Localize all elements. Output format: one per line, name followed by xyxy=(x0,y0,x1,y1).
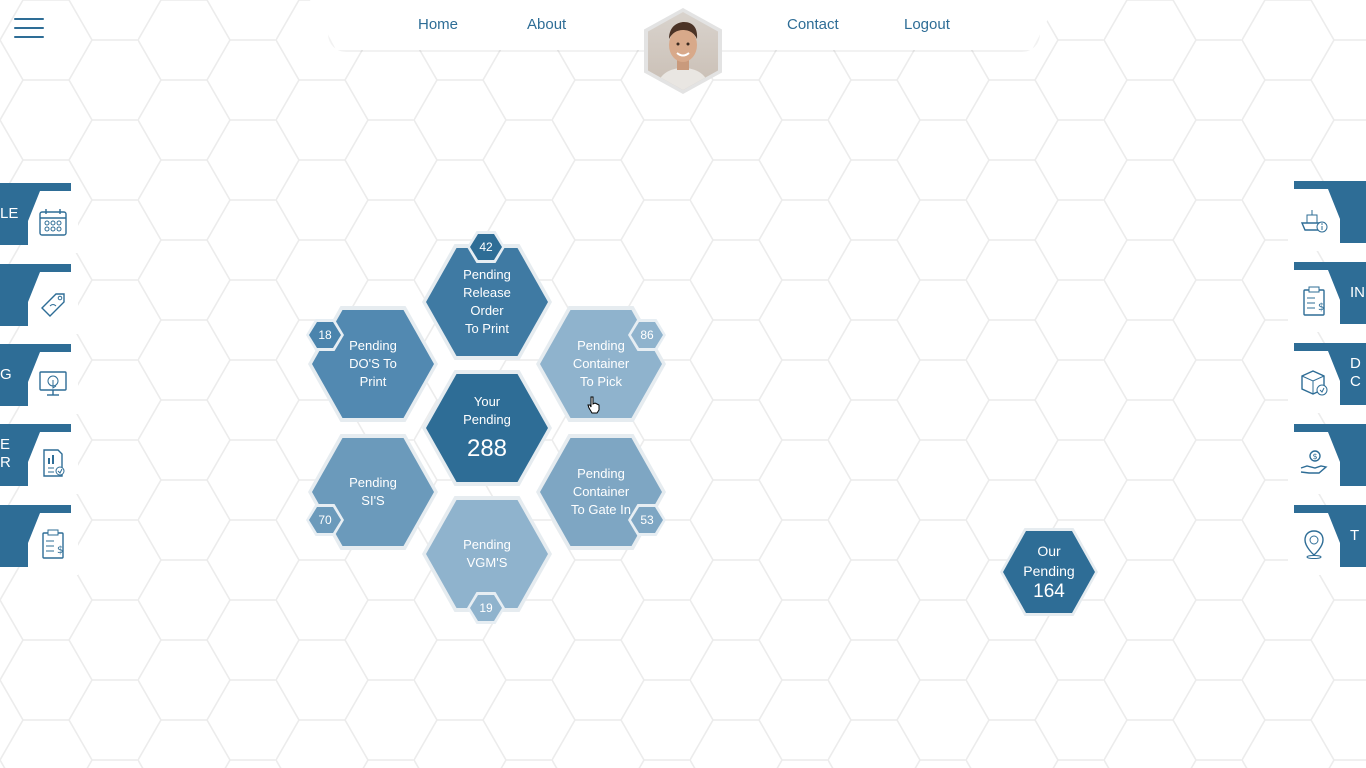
left-tab-schedule[interactable]: LE xyxy=(0,183,80,253)
avatar-portrait xyxy=(656,22,710,90)
hex-label-line: Pending xyxy=(463,267,511,282)
badge-count: 70 xyxy=(309,507,341,533)
badge-count: 19 xyxy=(470,595,502,621)
tab-label: E R xyxy=(0,436,11,471)
nav-home-link[interactable]: Home xyxy=(418,16,458,33)
hex-label-line: Print xyxy=(359,374,387,389)
hamburger-menu-icon[interactable] xyxy=(14,16,44,40)
your-pending-count: 288 xyxy=(466,435,508,462)
hex-label-line: Release xyxy=(463,285,511,300)
svg-text:$: $ xyxy=(57,545,63,556)
hex-label-line: Container xyxy=(572,484,630,499)
hex-label-line: SI'S xyxy=(361,493,385,508)
right-tab-tracking[interactable]: T xyxy=(1288,505,1366,575)
badge-count: 53 xyxy=(631,507,663,533)
right-tab-vessel-info[interactable] xyxy=(1288,181,1366,251)
our-pending-label: Our xyxy=(1037,543,1061,559)
badge-count: 18 xyxy=(309,322,341,348)
tab-label: G xyxy=(0,366,12,383)
hex-label-line: Pending xyxy=(577,466,625,481)
hex-label-line: Pending xyxy=(463,412,511,427)
right-tab-delivery[interactable]: D C xyxy=(1288,343,1366,413)
left-tab-report[interactable]: E R xyxy=(0,424,80,494)
hex-label-line: Pending xyxy=(577,338,625,353)
left-tab-rates[interactable] xyxy=(0,264,80,334)
nav-logout-link[interactable]: Logout xyxy=(904,16,950,33)
right-tab-invoice[interactable]: IN $ xyxy=(1288,262,1366,332)
our-pending-label: Pending xyxy=(1023,563,1075,579)
hex-label-line: To Pick xyxy=(580,374,622,389)
nav-about-link[interactable]: About xyxy=(527,16,566,33)
hex-label-line: To Gate In xyxy=(571,502,631,517)
badge-count: 86 xyxy=(631,322,663,348)
hand-cursor-icon xyxy=(587,396,600,414)
hex-label-line: Pending xyxy=(349,338,397,353)
hex-label-line: Order xyxy=(470,303,504,318)
tab-label: D C xyxy=(1350,355,1361,390)
badge-count: 42 xyxy=(470,234,502,260)
tab-label: IN xyxy=(1350,284,1365,301)
left-tab-tracking[interactable]: G xyxy=(0,344,80,414)
svg-text:$: $ xyxy=(1318,302,1324,313)
hex-label-line: To Print xyxy=(464,321,510,336)
our-pending-count: 164 xyxy=(1033,581,1065,602)
hex-label-line: DO'S To xyxy=(349,356,397,371)
left-tab-invoice[interactable]: $ xyxy=(0,505,80,575)
hex-label-line: Pending xyxy=(349,475,397,490)
right-tab-payment[interactable]: $ xyxy=(1288,424,1366,494)
tab-label: LE xyxy=(0,205,19,222)
hex-label-line: VGM'S xyxy=(466,555,508,570)
svg-text:$: $ xyxy=(1313,452,1318,461)
hex-label-line: Pending xyxy=(463,537,511,552)
hex-label-line: Container xyxy=(572,356,630,371)
nav-contact-link[interactable]: Contact xyxy=(787,16,839,33)
hex-label-line: Your xyxy=(473,394,501,409)
tab-label: T xyxy=(1350,527,1360,544)
